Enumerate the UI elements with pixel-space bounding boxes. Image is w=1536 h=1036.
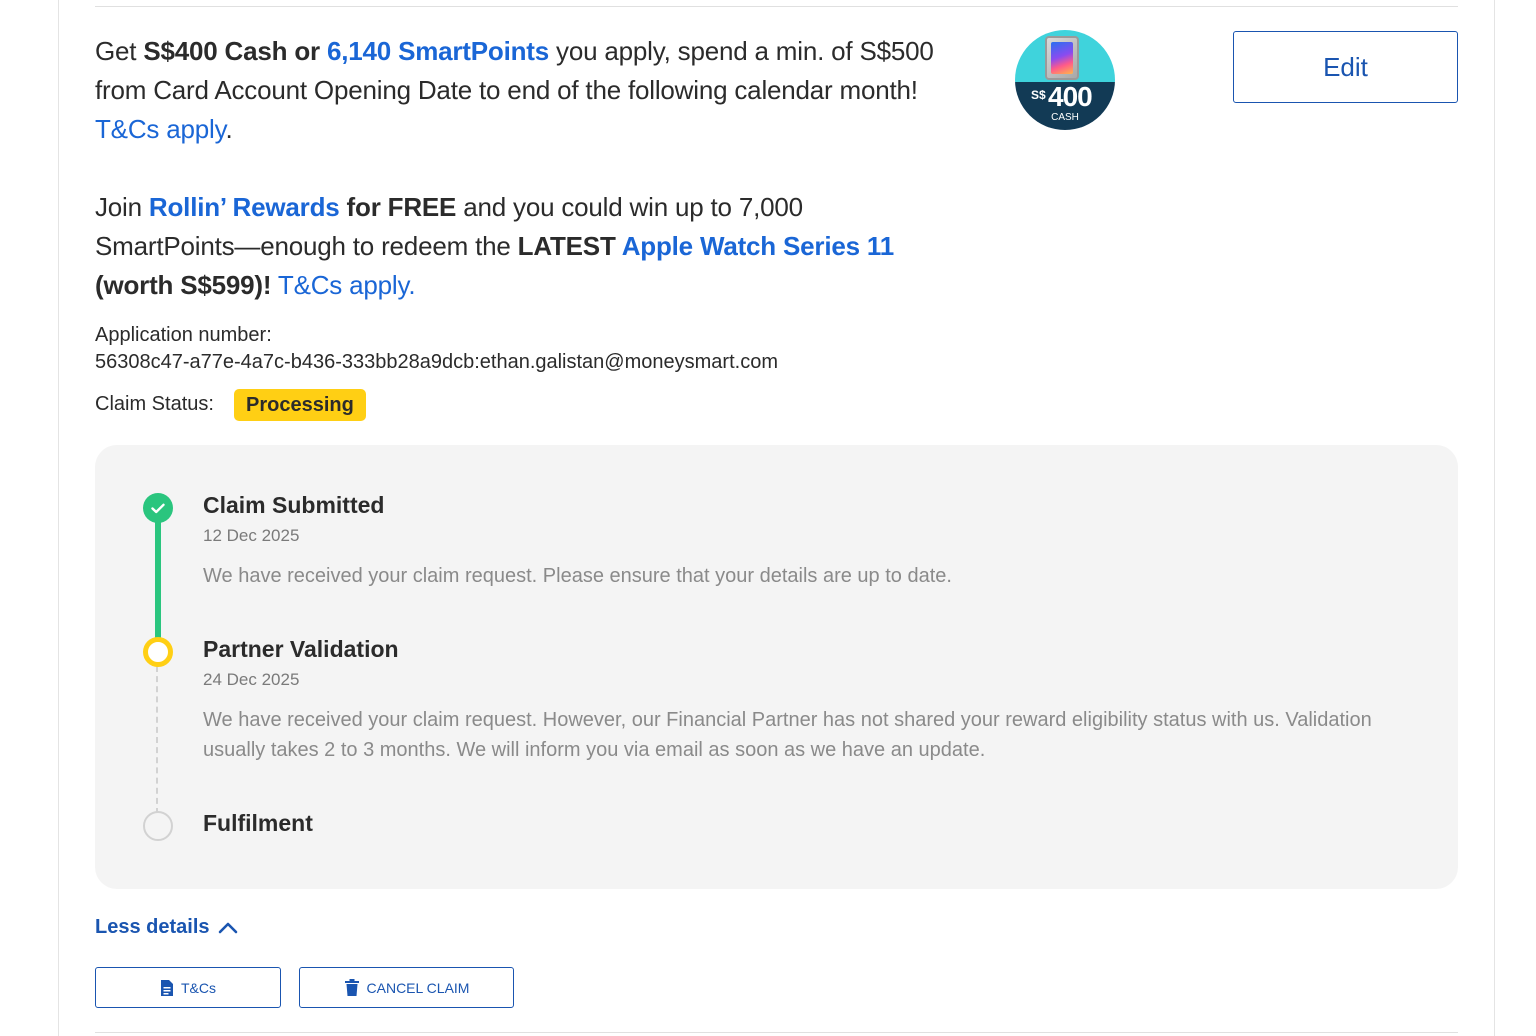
badge-currency: S$ (1031, 88, 1046, 102)
step-complete-icon (143, 493, 173, 523)
less-details-toggle[interactable]: Less details (95, 916, 238, 939)
rollin-rewards-link[interactable]: Rollin’ Rewards (149, 192, 340, 222)
bottom-divider (95, 1032, 1458, 1033)
trash-icon (344, 979, 359, 996)
cash-reward-badge: S$ 400 CASH (1015, 30, 1115, 130)
tablet-icon (1045, 36, 1079, 80)
step-date-submitted: 12 Dec 2025 (203, 526, 300, 545)
badge-label: CASH (1051, 112, 1079, 123)
tcs-button-label: T&Cs (181, 979, 216, 996)
less-details-label: Less details (95, 916, 210, 938)
cancel-claim-button[interactable]: CANCEL CLAIM (299, 967, 514, 1008)
timeline-progress-line (155, 520, 161, 640)
application-number-label: Application number: (95, 324, 272, 346)
tcs-apply-link[interactable]: T&Cs apply (95, 114, 226, 144)
tcs-button[interactable]: T&Cs (95, 967, 281, 1008)
promo-rewards-text: Join Rollin’ Rewards for FREE and you co… (95, 192, 894, 300)
step-active-icon (143, 637, 173, 667)
edit-button[interactable]: Edit (1233, 31, 1458, 103)
status-badge: Processing (234, 389, 366, 421)
step-title-fulfilment: Fulfilment (203, 810, 313, 836)
left-border (58, 0, 59, 1036)
timeline-pending-line (156, 666, 158, 814)
cancel-claim-label: CANCEL CLAIM (366, 979, 470, 996)
step-desc-submitted: We have received your claim request. Ple… (203, 565, 952, 587)
right-border (1494, 0, 1495, 1036)
step-title-validation: Partner Validation (203, 636, 399, 662)
claim-status-label: Claim Status: (95, 393, 214, 415)
step-pending-icon (143, 811, 173, 841)
document-icon (161, 979, 173, 996)
tcs-apply-link-2[interactable]: T&Cs apply. (271, 270, 416, 300)
application-number-value: 56308c47-a77e-4a7c-b436-333bb28a9dcb:eth… (95, 351, 778, 373)
chevron-up-icon (218, 922, 237, 933)
smartpoints-link[interactable]: 6,140 SmartPoints (327, 36, 549, 66)
top-divider (95, 6, 1458, 7)
badge-amount: 400 (1048, 81, 1093, 112)
apple-watch-link[interactable]: Apple Watch Series 11 (622, 231, 894, 261)
step-title-submitted: Claim Submitted (203, 492, 385, 518)
step-date-validation: 24 Dec 2025 (203, 670, 300, 689)
promo-offer-text: Get S$400 Cash or 6,140 SmartPoints you … (95, 36, 934, 144)
step-desc-validation: We have received your claim request. How… (203, 709, 1372, 761)
